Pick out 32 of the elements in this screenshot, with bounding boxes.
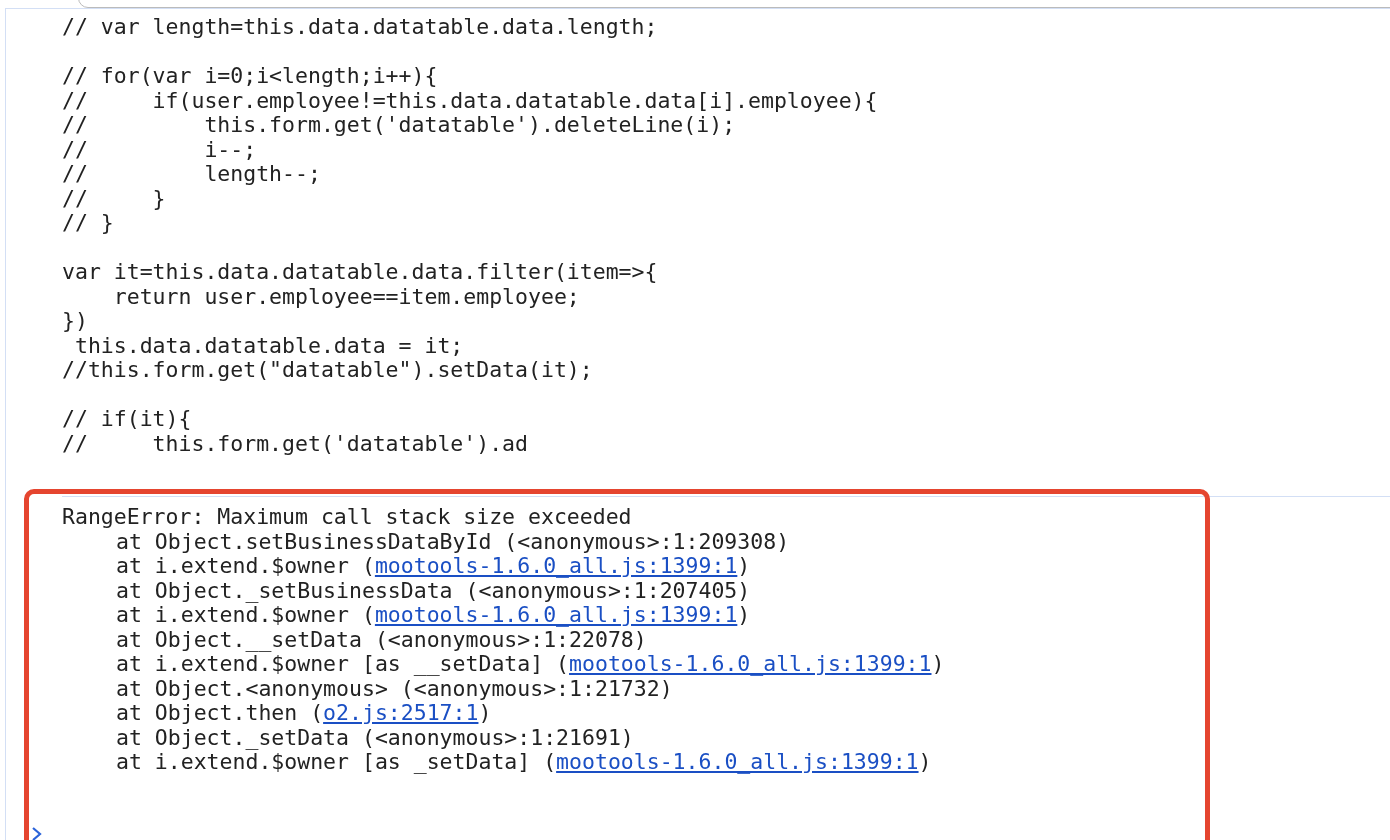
code-line: //this.form.get("datatable").setData(it); — [62, 358, 594, 383]
stack-frame: at i.extend.$owner [as _setData] (mootools-1.6.0_all.js:1399:1) — [62, 750, 1390, 775]
code-line: // i--; — [62, 137, 258, 162]
source-link[interactable]: mootools-1.6.0_all.js:1399:1 — [569, 651, 932, 676]
error-message: RangeError: Maximum call stack size exceeded — [62, 505, 633, 530]
code-line: // length--; — [62, 162, 322, 187]
code-line: // this.form.get('datatable').ad — [62, 431, 529, 456]
stack-frame: at Object.__setData (<anonymous>:1:22078) — [62, 627, 1390, 652]
source-link[interactable]: mootools-1.6.0_all.js:1399:1 — [374, 553, 738, 578]
stack-frame: at Object._setBusinessData (<anonymous>:1:207405) — [62, 578, 1390, 603]
code-line: this.data.datatable.data = it; — [73, 333, 465, 358]
code-line: // if(user.employee!=this.data.datatable.data[i].employee){ — [62, 88, 879, 113]
source-link[interactable]: mootools-1.6.0_all.js:1399:1 — [374, 602, 738, 627]
code-line: // var length=this.data.datatable.data.length; — [62, 15, 659, 40]
stack-frame: at i.extend.$owner [as __setData] (mootools-1.6.0_all.js:1399:1) — [62, 652, 1390, 677]
code-line: return user.employee==item.employee; — [112, 284, 581, 309]
code-line: // } — [62, 211, 115, 236]
stack-frame: at i.extend.$owner (mootools-1.6.0_all.js:1399:1) — [62, 554, 1390, 579]
code-line: }) — [62, 309, 89, 334]
stack-frame: at Object.<anonymous> (<anonymous>:1:21732) — [62, 676, 1390, 701]
code-line: // for(var i=0;i<length;i++){ — [62, 64, 439, 89]
prompt-chevron-icon — [31, 826, 43, 840]
stack-frame: at Object.then (o2.js:2517:1) — [62, 701, 1390, 726]
code-line: // if(it){ — [62, 407, 193, 432]
source-link[interactable]: mootools-1.6.0_all.js:1399:1 — [556, 749, 919, 774]
stack-frame: at Object.setBusinessDataById (<anonymous>:1:209308) — [62, 529, 1390, 554]
source-link[interactable]: o2.js:2517:1 — [323, 700, 479, 725]
code-line: // this.form.get('datatable').deleteLine(i); — [62, 113, 737, 138]
stack-frame: at Object._setData (<anonymous>:1:21691) — [62, 725, 1390, 750]
stack-frame: at i.extend.$owner (mootools-1.6.0_all.js:1399:1) — [62, 603, 1390, 628]
code-line: var it=this.data.datatable.data.filter(item=>{ — [62, 260, 659, 285]
code-line: // } — [62, 186, 167, 211]
